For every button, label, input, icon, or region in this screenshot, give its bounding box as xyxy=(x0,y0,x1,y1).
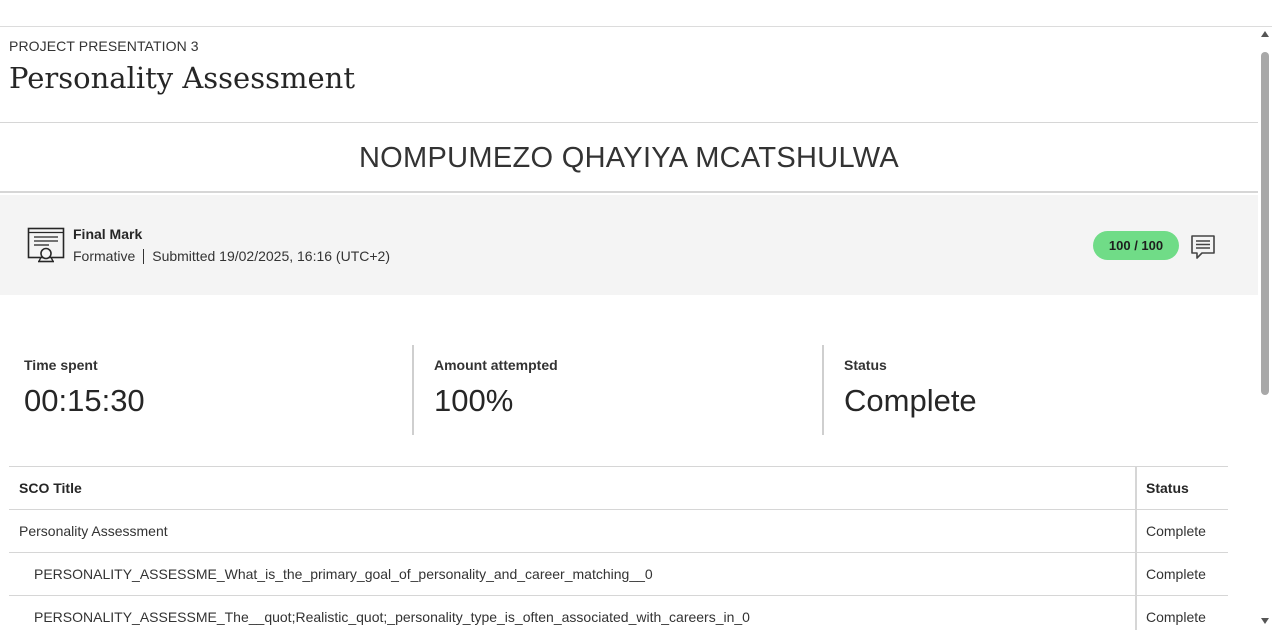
certificate-icon xyxy=(27,226,65,264)
sco-status-cell: Complete xyxy=(1136,552,1228,596)
sco-table: SCO Title Status Personality Assessment … xyxy=(9,466,1228,630)
table-row: Personality Assessment Complete xyxy=(9,509,1228,553)
stat-label: Amount attempted xyxy=(434,357,558,373)
sco-status-cell: Complete xyxy=(1136,595,1228,630)
table-row: PERSONALITY_ASSESSME_The__quot;Realistic… xyxy=(9,595,1228,630)
score-badge: 100 / 100 xyxy=(1093,231,1179,260)
feedback-comment-icon[interactable] xyxy=(1190,234,1216,260)
stat-value: 100% xyxy=(434,383,514,418)
scroll-down-arrow-icon[interactable] xyxy=(1261,618,1269,624)
stat-label: Status xyxy=(844,357,887,373)
sco-title-cell: PERSONALITY_ASSESSME_What_is_the_primary… xyxy=(9,552,1137,596)
submission-date: Submitted 19/02/2025, 16:16 (UTC+2) xyxy=(152,248,390,264)
stat-divider xyxy=(412,345,414,435)
column-header-status[interactable]: Status xyxy=(1136,466,1228,510)
scroll-up-arrow-icon[interactable] xyxy=(1261,31,1269,37)
assignment-eyebrow: PROJECT PRESENTATION 3 xyxy=(9,38,199,54)
stat-label: Time spent xyxy=(24,357,98,373)
grade-panel: Final Mark Formative Submitted 19/02/202… xyxy=(0,195,1258,295)
grade-type: Formative xyxy=(73,248,136,264)
grade-title: Final Mark xyxy=(73,226,143,242)
sco-status-cell: Complete xyxy=(1136,509,1228,553)
column-header-sco-title[interactable]: SCO Title xyxy=(9,466,1137,510)
table-row: PERSONALITY_ASSESSME_What_is_the_primary… xyxy=(9,552,1228,596)
sco-title-cell: Personality Assessment xyxy=(9,509,1137,553)
meta-divider xyxy=(143,248,145,264)
main-content: PROJECT PRESENTATION 3 Personality Asses… xyxy=(0,27,1258,630)
grade-meta: Formative Submitted 19/02/2025, 16:16 (U… xyxy=(73,248,390,264)
scrollbar-thumb[interactable] xyxy=(1261,52,1269,395)
student-name: NOMPUMEZO QHAYIYA MCATSHULWA xyxy=(0,123,1258,193)
sco-title-cell: PERSONALITY_ASSESSME_The__quot;Realistic… xyxy=(9,595,1137,630)
stat-divider xyxy=(822,345,824,435)
table-header-row: SCO Title Status xyxy=(9,466,1228,510)
vertical-scrollbar[interactable] xyxy=(1258,27,1272,630)
page-title: Personality Assessment xyxy=(9,61,355,95)
stat-value: Complete xyxy=(844,383,977,418)
attempt-stats: Time spent 00:15:30 Amount attempted 100… xyxy=(0,345,1258,435)
page-header: PROJECT PRESENTATION 3 Personality Asses… xyxy=(0,27,1258,123)
top-bar xyxy=(0,0,1272,27)
stat-value: 00:15:30 xyxy=(24,383,145,418)
